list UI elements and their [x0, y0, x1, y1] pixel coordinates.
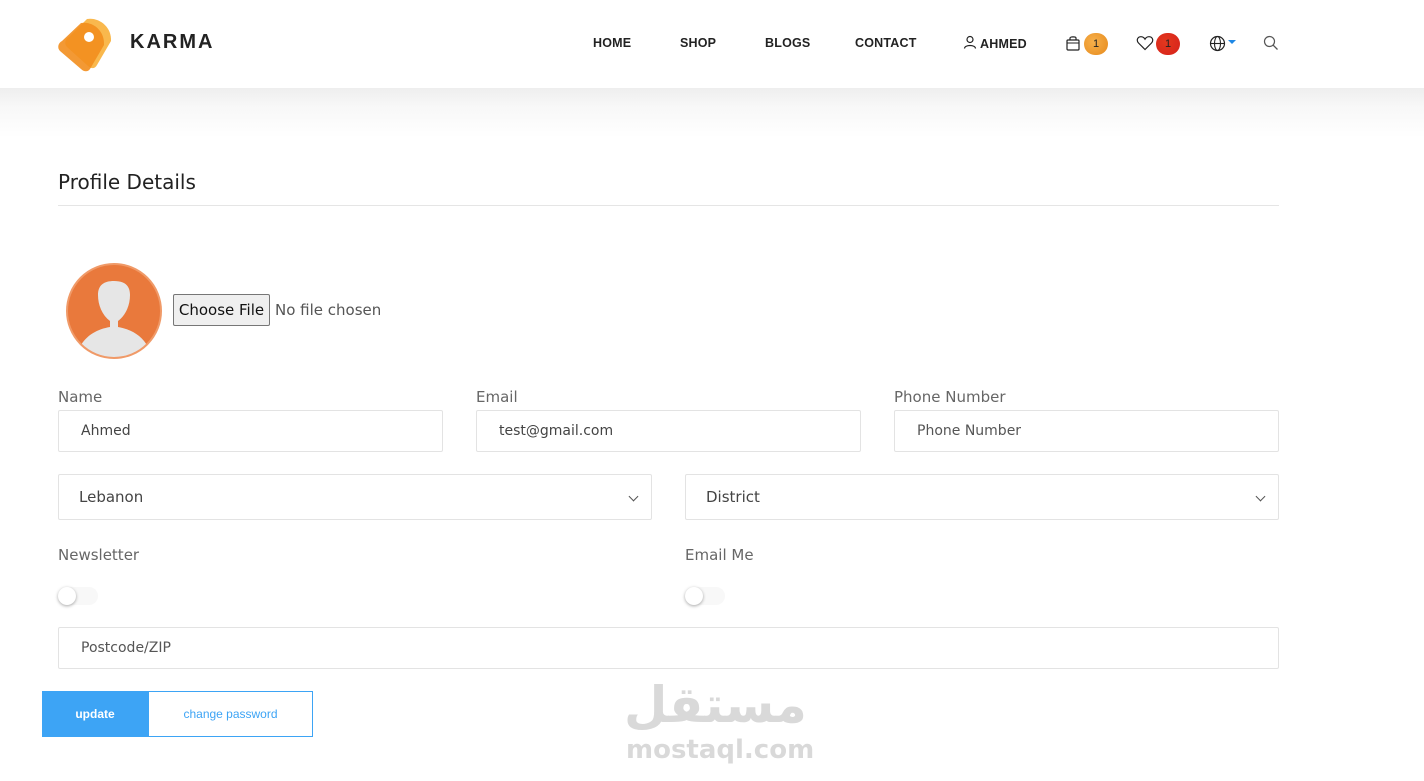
karma-logo-icon[interactable]: [57, 15, 117, 73]
avatar-silhouette-icon: [80, 281, 148, 357]
page-title: Profile Details: [58, 170, 196, 194]
update-button[interactable]: update: [42, 691, 148, 737]
nav-user-account[interactable]: AHMED: [963, 35, 1027, 52]
change-password-button[interactable]: change password: [148, 691, 313, 737]
phone-input[interactable]: Phone Number: [894, 410, 1279, 452]
chevron-down-icon: [628, 491, 639, 502]
user-icon: [963, 35, 977, 52]
toggle-knob: [685, 587, 703, 605]
toggle-knob: [58, 587, 76, 605]
language-dropdown-caret-icon[interactable]: [1228, 40, 1236, 44]
site-header: KARMA HOME SHOP BLOGS CONTACT AHMED 1 1: [0, 0, 1424, 88]
globe-icon[interactable]: [1207, 33, 1227, 53]
country-select[interactable]: Lebanon: [58, 474, 652, 520]
search-icon[interactable]: [1261, 33, 1281, 53]
profile-avatar: [66, 263, 162, 359]
country-select-value: Lebanon: [79, 488, 144, 506]
nav-home[interactable]: HOME: [593, 36, 631, 50]
email-label: Email: [476, 388, 518, 406]
emailme-toggle[interactable]: [685, 587, 725, 605]
district-select-value: District: [706, 488, 760, 506]
brand-name[interactable]: KARMA: [130, 31, 214, 54]
watermark-arabic: مستقل: [624, 676, 807, 734]
cart-icon[interactable]: [1063, 33, 1083, 53]
wishlist-count-badge: 1: [1156, 33, 1180, 55]
newsletter-label: Newsletter: [58, 546, 140, 564]
watermark-latin: mostaql.com: [626, 735, 815, 765]
district-select[interactable]: District: [685, 474, 1279, 520]
emailme-label: Email Me: [685, 546, 754, 564]
name-label: Name: [58, 388, 103, 406]
nav-contact[interactable]: CONTACT: [855, 36, 917, 50]
name-input[interactable]: Ahmed: [58, 410, 443, 452]
cart-count-badge: 1: [1084, 33, 1108, 55]
nav-user-label: AHMED: [980, 36, 1027, 51]
email-input[interactable]: test@gmail.com: [476, 410, 861, 452]
header-shadow: [0, 88, 1424, 138]
title-divider: [58, 205, 1279, 206]
nav-blogs[interactable]: BLOGS: [765, 36, 810, 50]
postcode-input[interactable]: Postcode/ZIP: [58, 627, 1279, 669]
choose-file-button[interactable]: Choose File: [173, 294, 270, 326]
nav-shop[interactable]: SHOP: [680, 36, 716, 50]
chevron-down-icon: [1255, 491, 1266, 502]
file-status-text: No file chosen: [275, 301, 382, 319]
newsletter-toggle[interactable]: [58, 587, 98, 605]
phone-label: Phone Number: [894, 388, 1006, 406]
heart-icon[interactable]: [1135, 33, 1155, 53]
